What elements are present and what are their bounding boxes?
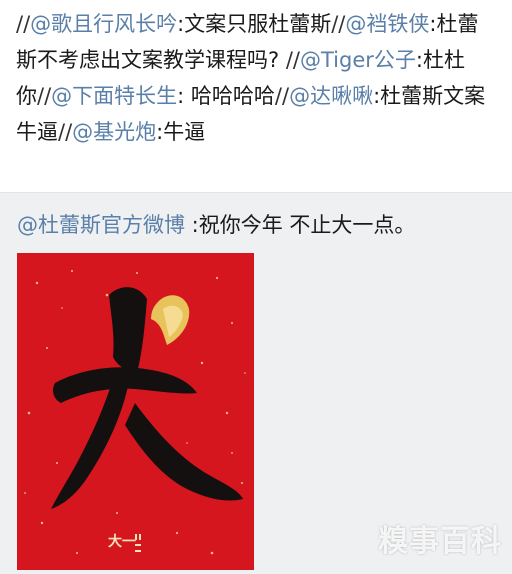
repost-separator: //: [285, 48, 300, 72]
repost-separator: //: [16, 12, 31, 36]
post-body: :祝你今年 不止大一点。: [185, 213, 416, 237]
repost-separator: //: [274, 84, 290, 108]
user-mention[interactable]: @裆铁侠: [345, 12, 429, 36]
comment-text: : 哈哈哈哈: [177, 84, 275, 108]
divider: [0, 192, 512, 193]
poster-artwork: [17, 253, 254, 570]
post-image[interactable]: 大一: [17, 253, 254, 570]
repost-separator: //: [331, 12, 346, 36]
watermark-logo: 糗事百科: [378, 516, 502, 560]
user-mention[interactable]: @达啾啾: [289, 84, 373, 108]
repost-separator: //: [37, 84, 52, 108]
watermark-text: 糗事百科: [378, 524, 502, 559]
user-mention[interactable]: @下面特长生: [51, 84, 177, 108]
poster-caption: 大一: [108, 534, 136, 550]
user-mention[interactable]: @歌且行风长吟: [30, 12, 177, 36]
comment-text: :牛逼: [156, 120, 206, 144]
user-mention[interactable]: @Tiger公子: [300, 48, 416, 72]
repost-separator: //: [58, 120, 73, 144]
user-mention[interactable]: @基光炮: [72, 120, 156, 144]
author-mention[interactable]: @杜蕾斯官方微博: [17, 213, 185, 237]
comment-text: :文案只服杜蕾斯: [177, 12, 332, 36]
repost-chain: //@歌且行风长吟:文案只服杜蕾斯//@裆铁侠:杜蕾斯不考虑出文案教学课程吗? …: [0, 0, 512, 192]
original-post-text: @杜蕾斯官方微博 :祝你今年 不止大一点。: [17, 208, 507, 242]
